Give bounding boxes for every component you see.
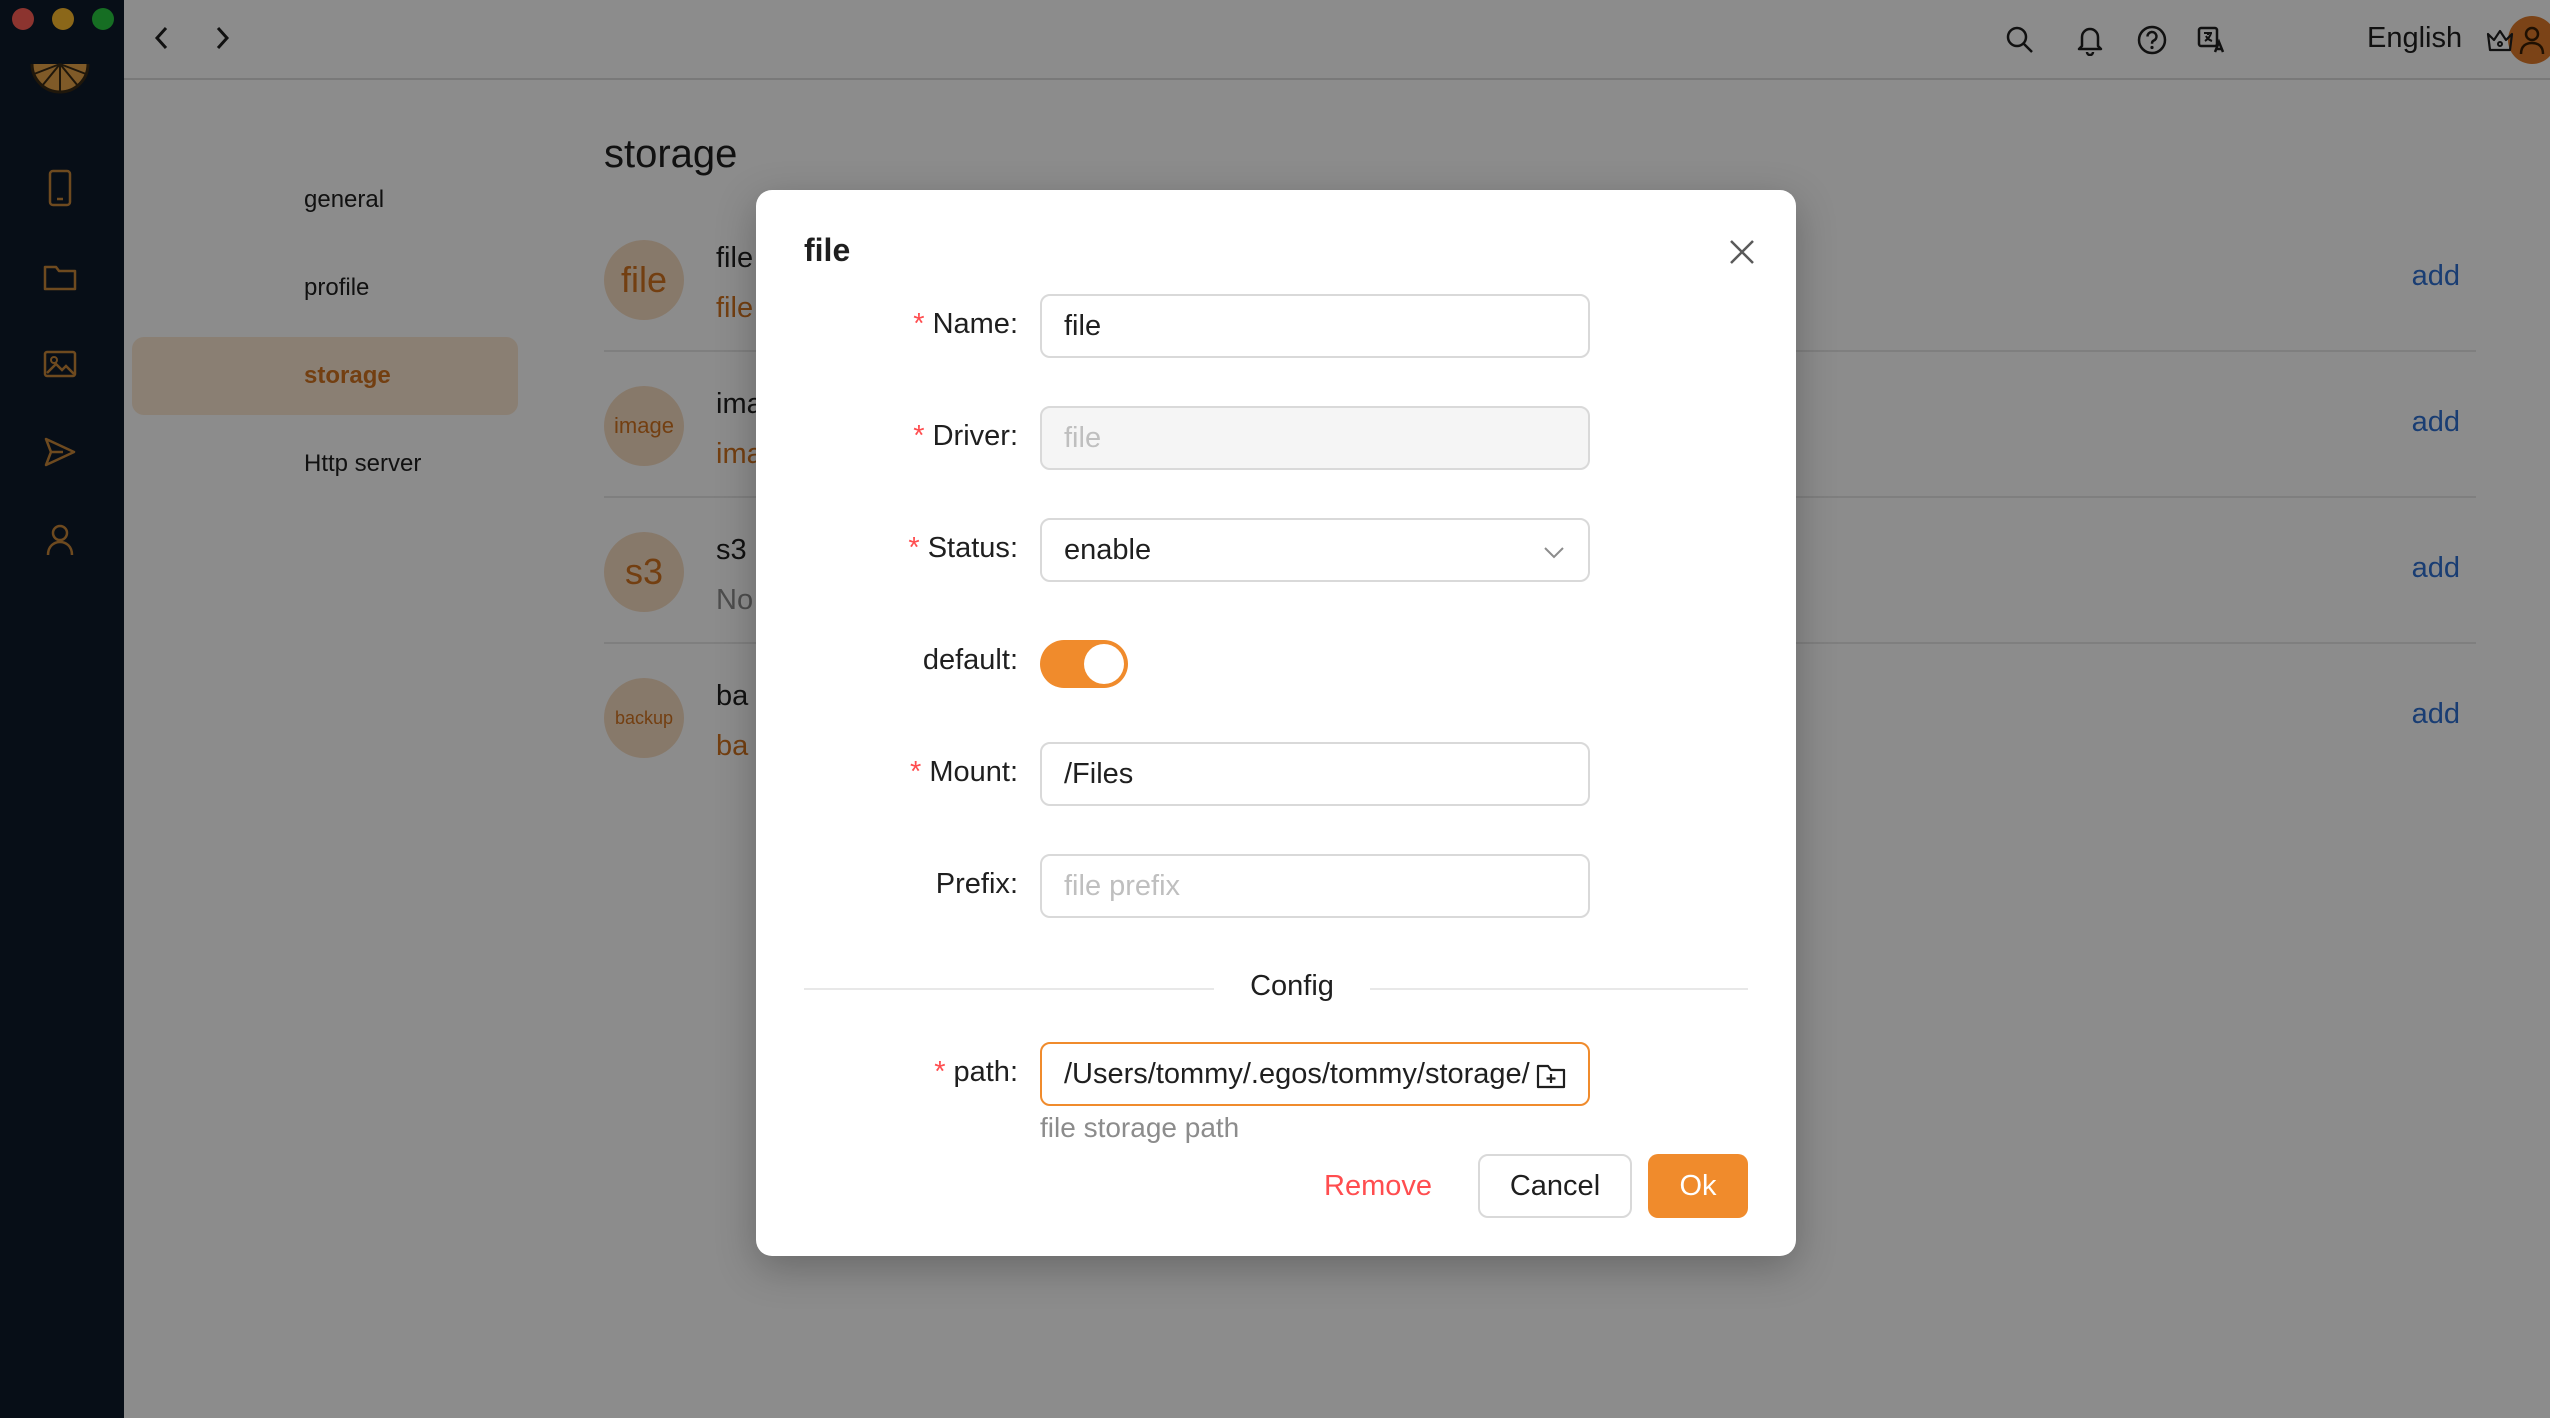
name-label-text: Name: [932, 308, 1010, 340]
toggle-knob: [1084, 644, 1124, 684]
ok-button[interactable]: Ok: [1648, 1154, 1748, 1218]
config-divider: Config: [1250, 970, 1334, 1002]
label-colon: :: [1009, 308, 1018, 340]
prefix-label: Prefix:: [756, 868, 1026, 901]
mount-input-value: /Files: [1064, 757, 1134, 790]
prefix-input[interactable]: file prefix: [1040, 854, 1590, 918]
status-label-text: Status: [927, 532, 1010, 564]
label-colon: :: [1009, 644, 1018, 676]
dialog-title: file: [804, 232, 851, 268]
required-mark: *: [913, 308, 925, 340]
status-select-value: enable: [1064, 533, 1152, 566]
label-colon: :: [1009, 868, 1018, 900]
prefix-label-text: Prefix: [935, 868, 1010, 900]
path-help-text: file storage path: [1040, 1112, 1240, 1143]
driver-input-value: file: [1064, 421, 1102, 454]
mount-label: * Mount:: [756, 756, 1026, 789]
chevron-down-icon: [1544, 547, 1564, 559]
divider-line-left: [804, 988, 1214, 990]
required-mark: *: [910, 756, 922, 788]
remove-button[interactable]: Remove: [1304, 1154, 1452, 1218]
prefix-placeholder: file prefix: [1064, 869, 1181, 902]
status-select[interactable]: enable: [1040, 518, 1590, 582]
path-input[interactable]: /Users/tommy/.egos/tommy/storage/: [1040, 1042, 1590, 1106]
required-mark: *: [913, 420, 925, 452]
cancel-button[interactable]: Cancel: [1478, 1154, 1632, 1218]
close-icon[interactable]: [1716, 226, 1768, 278]
path-label: * path:: [756, 1056, 1026, 1089]
default-label-text: default: [922, 644, 1010, 676]
required-mark: *: [908, 532, 920, 564]
label-colon: :: [1009, 756, 1018, 788]
label-colon: :: [1009, 1056, 1018, 1088]
name-label: * Name:: [756, 308, 1026, 341]
storage-edit-dialog: file * Name: file * Driver: file * Status: …: [756, 190, 1796, 1256]
folder-add-icon[interactable]: [1536, 1062, 1566, 1090]
driver-label: * Driver:: [756, 420, 1026, 453]
label-colon: :: [1009, 532, 1018, 564]
name-input[interactable]: file: [1040, 294, 1590, 358]
name-input-value: file: [1064, 309, 1102, 342]
path-label-text: path: [953, 1056, 1010, 1088]
required-mark: *: [934, 1056, 946, 1088]
label-colon: :: [1009, 420, 1018, 452]
path-input-value: /Users/tommy/.egos/tommy/storage/: [1064, 1057, 1530, 1090]
default-toggle[interactable]: [1040, 640, 1128, 688]
driver-input: file: [1040, 406, 1590, 470]
mount-input[interactable]: /Files: [1040, 742, 1590, 806]
mount-label-text: Mount: [929, 756, 1010, 788]
driver-label-text: Driver: [932, 420, 1010, 452]
divider-line-right: [1370, 988, 1748, 990]
status-label: * Status:: [756, 532, 1026, 565]
default-label: default:: [756, 644, 1026, 677]
